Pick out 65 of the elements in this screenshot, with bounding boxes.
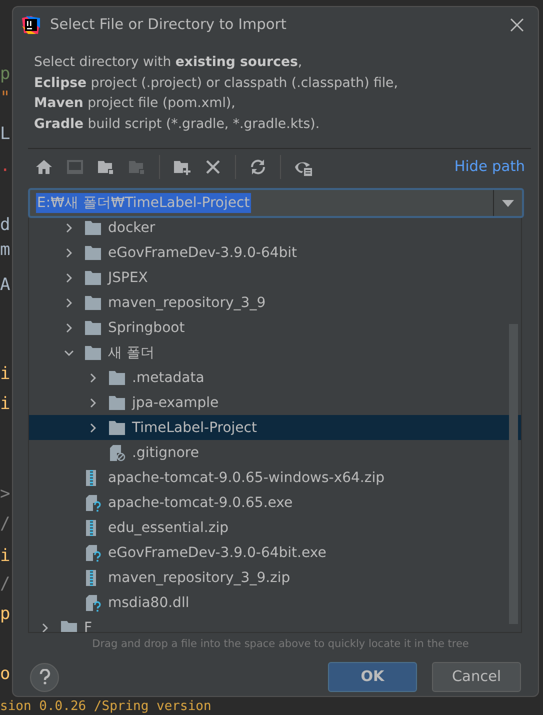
tree-item[interactable]: apache-tomcat-9.0.65.exe: [29, 490, 521, 515]
folder-icon: [84, 244, 102, 260]
close-icon[interactable]: [510, 18, 524, 32]
tree-item[interactable]: .gitignore: [29, 440, 521, 465]
code-line: sion 0.0.26 /Spring version: [0, 699, 212, 714]
app-logo-icon: [22, 16, 40, 34]
description-text: Select directory with existing sources, Eclipse project (.project) or classpath (.classpath) file, Maven project file (pom.xml), Gradle build script (*.gradle, *.gradle.kts).: [34, 54, 399, 134]
window-title: Select File or Directory to Import: [50, 17, 288, 33]
folder-icon: [84, 270, 102, 286]
code-fragment: m: [0, 240, 10, 260]
tree-item[interactable]: msdia80.dll: [29, 590, 521, 615]
delete-icon[interactable]: [204, 158, 222, 176]
hint-text: Drag and drop a file into the space above to quickly locate it in the tree: [91, 637, 470, 650]
help-button[interactable]: [30, 662, 59, 692]
code-fragment: i: [0, 394, 10, 414]
ignored-file-icon: [108, 444, 126, 462]
cancel-button[interactable]: Cancel: [432, 662, 521, 692]
code-fragment: p: [0, 64, 10, 84]
tree-item[interactable]: .metadata: [29, 365, 521, 390]
tree-item[interactable]: eGovFrameDev-3.9.0-64bit.exe: [29, 540, 521, 565]
tree-item[interactable]: maven_repository_3_9.zip: [29, 565, 521, 590]
code-fragment: L: [0, 124, 10, 144]
new-folder-icon[interactable]: [173, 158, 191, 176]
code-fragment: A: [0, 275, 10, 295]
tree-item[interactable]: Springboot: [29, 315, 521, 340]
unknown-file-icon: [84, 494, 102, 512]
tree-item[interactable]: 새 폴더: [29, 340, 521, 365]
code-fragment: p: [0, 604, 10, 624]
code-fragment: ": [0, 88, 10, 108]
hide-path-link[interactable]: Hide path: [454, 159, 525, 175]
path-combobox[interactable]: E:₩새 폴더₩TimeLabel-Project: [28, 188, 524, 218]
tree-item[interactable]: docker: [29, 218, 521, 240]
code-fragment: .: [0, 156, 10, 176]
tree-item[interactable]: eGovFrameDev-3.9.0-64bit: [29, 240, 521, 265]
code-fragment: d: [0, 215, 10, 235]
folder-icon: [108, 420, 126, 436]
folder-icon: [84, 320, 102, 336]
tree-item[interactable]: jpa-example: [29, 390, 521, 415]
unknown-file-icon: [84, 594, 102, 612]
refresh-icon[interactable]: [249, 158, 267, 176]
code-fragment: o: [0, 664, 10, 684]
tree-item[interactable]: JSPEX: [29, 265, 521, 290]
folder-icon: [84, 344, 102, 360]
code-fragment: /: [0, 514, 10, 534]
scrollbar-thumb[interactable]: [509, 324, 518, 624]
caret-icon: [502, 200, 514, 206]
code-fragment: i: [0, 546, 10, 566]
folder-icon: [108, 370, 126, 386]
code-fragment: >: [0, 484, 10, 504]
folder-icon: [60, 620, 78, 632]
ok-button[interactable]: OK: [328, 662, 417, 692]
question-mark-icon: [38, 669, 50, 685]
code-fragment: /: [0, 574, 10, 594]
home-icon[interactable]: [35, 158, 53, 176]
tree-item[interactable]: F: [29, 615, 521, 632]
path-value: E:₩새 폴더₩TimeLabel-Project: [36, 193, 251, 213]
folder-icon[interactable]: [97, 158, 115, 176]
folder-icon: [108, 394, 126, 410]
tree-item[interactable]: maven_repository_3_9: [29, 290, 521, 315]
folder-icon: [84, 294, 102, 310]
tree-item[interactable]: edu_essential.zip: [29, 515, 521, 540]
tree-item[interactable]: apache-tomcat-9.0.65-windows-x64.zip: [29, 465, 521, 490]
tree-item[interactable]: TimeLabel-Project: [29, 415, 521, 440]
code-fragment: i: [0, 364, 10, 384]
unknown-file-icon: [84, 544, 102, 562]
